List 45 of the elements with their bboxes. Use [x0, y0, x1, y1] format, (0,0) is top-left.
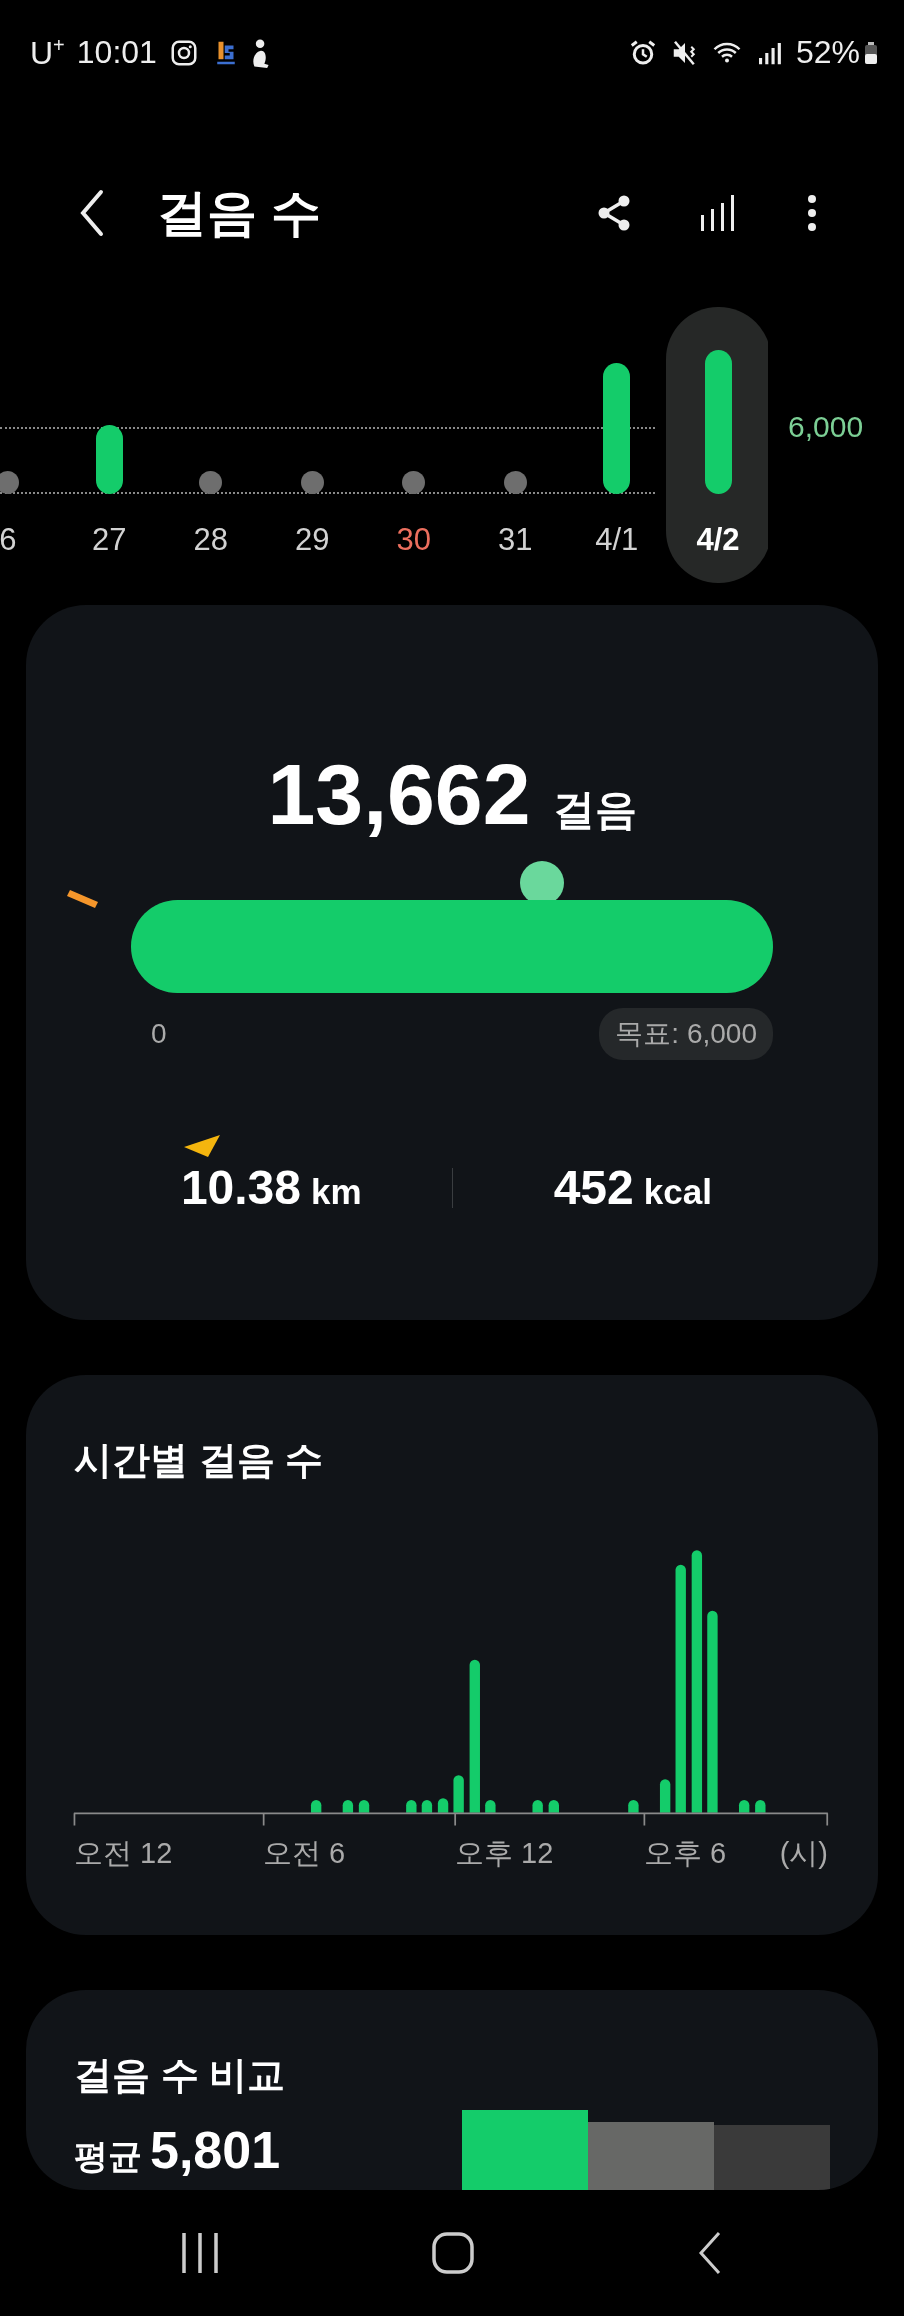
figure-icon	[252, 37, 270, 68]
confetti-icon	[182, 1133, 222, 1159]
home-icon[interactable]	[431, 2231, 475, 2275]
battery-percent: 52%	[795, 34, 860, 71]
back-icon[interactable]	[698, 2231, 722, 2275]
axis-label: 오후 6	[644, 1836, 728, 1871]
recent-apps-icon[interactable]	[180, 2231, 220, 2275]
card-title: 시간별 걸음 수	[73, 1438, 325, 1481]
goal-pill: 목표: 6,000	[599, 1008, 773, 1060]
day-label[interactable]: 29	[295, 522, 330, 558]
more-icon[interactable]	[806, 193, 818, 233]
clock-time: 10:01	[76, 34, 157, 71]
page-title: 걸음 수	[157, 183, 322, 243]
scale-start: 0	[150, 1018, 167, 1050]
selected-day[interactable]: 4/2	[665, 307, 768, 583]
calories-value: 452	[553, 1160, 634, 1215]
day-label: 4/2	[696, 522, 740, 558]
day-label[interactable]: 31	[498, 522, 533, 558]
axis-label: 오전 12	[74, 1836, 174, 1871]
day-dot	[0, 471, 20, 494]
card-title: 걸음 수 비교	[73, 2053, 287, 2096]
day-label[interactable]: 4/1	[595, 522, 639, 558]
step-count: 13,662	[267, 745, 531, 844]
average-label: 평균	[74, 2136, 142, 2177]
day-dot	[300, 471, 324, 494]
day-label[interactable]: 6	[0, 522, 17, 558]
confetti-icon	[66, 888, 100, 910]
goal-line-label: 6,000	[788, 410, 864, 443]
day-label[interactable]: 28	[193, 522, 228, 558]
calories-unit: kcal	[643, 1172, 712, 1212]
battery-icon	[864, 39, 878, 66]
day-dot	[503, 471, 527, 494]
axis-label: 오전 6	[263, 1836, 347, 1871]
axis-label: 오후 12	[455, 1836, 555, 1871]
distance-value: 10.38	[180, 1160, 301, 1215]
distance-unit: km	[311, 1172, 362, 1212]
carrier-label: U$^{+}$	[30, 33, 65, 72]
day-dot	[199, 471, 223, 494]
day-label[interactable]: 27	[92, 522, 127, 558]
axis-unit: (시)	[779, 1836, 828, 1871]
step-unit: 걸음	[552, 785, 637, 835]
average-value: 5,801	[150, 2120, 281, 2180]
day-bar	[95, 425, 123, 494]
day-label[interactable]: 30	[396, 522, 431, 558]
day-dot	[402, 471, 426, 494]
